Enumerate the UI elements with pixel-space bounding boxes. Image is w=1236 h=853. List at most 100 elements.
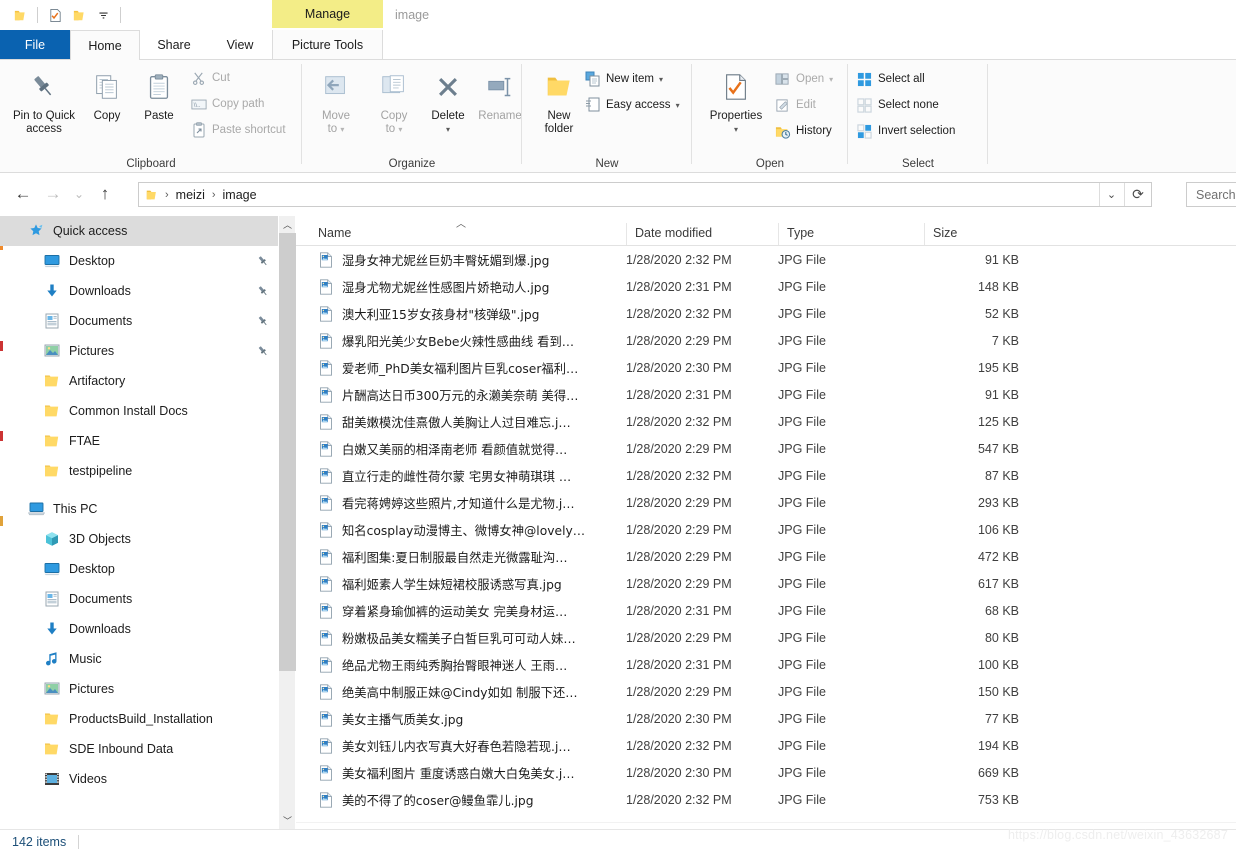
file-name-cell[interactable]: 湿身女神尤妮丝巨奶丰臀妩媚到爆.jpg	[296, 251, 626, 269]
copy-button[interactable]: Copy	[84, 64, 130, 123]
file-name-cell[interactable]: 绝美高中制服正妹@Cindy如如 制服下还…	[296, 683, 626, 701]
table-row[interactable]: 湿身尤物尤妮丝性感图片娇艳动人.jpg 1/28/2020 2:31 PM JPG …	[296, 273, 1236, 300]
sidebar-item-pictures[interactable]: Pictures	[0, 674, 278, 704]
sidebar-item-downloads[interactable]: Downloads	[0, 614, 278, 644]
column-header-name[interactable]: ︿ Name	[296, 219, 626, 245]
breadcrumb-image[interactable]: image	[220, 188, 260, 202]
select-all-button[interactable]: Select all	[856, 68, 925, 90]
pin-icon[interactable]	[256, 284, 270, 298]
new-item-caret-icon[interactable]: ▾	[659, 75, 663, 84]
file-name-cell[interactable]: 粉嫩极品美女糯美子白皙巨乳可可动人妹…	[296, 629, 626, 647]
up-button[interactable]: ↑	[90, 179, 120, 209]
table-row[interactable]: 福利姬素人学生妹短裙校服诱惑写真.jpg 1/28/2020 2:29 PM JPG…	[296, 570, 1236, 597]
column-header-type[interactable]: Type	[778, 223, 924, 245]
table-row[interactable]: 甜美嫩模沈佳熹傲人美胸让人过目难忘.j… 1/28/2020 2:32 PM JPG…	[296, 408, 1236, 435]
edit-button[interactable]: Edit	[774, 94, 816, 116]
file-name-cell[interactable]: 福利姬素人学生妹短裙校服诱惑写真.jpg	[296, 575, 626, 593]
table-row[interactable]: 澳大利亚15岁女孩身材"核弹级".jpg 1/28/2020 2:32 PM JPG…	[296, 300, 1236, 327]
sidebar-item-quick-access[interactable]: Quick access	[0, 216, 278, 246]
sidebar-item-pictures[interactable]: Pictures	[0, 336, 278, 366]
table-row[interactable]: 美女主播气质美女.jpg 1/28/2020 2:30 PM JPG File 77 …	[296, 705, 1236, 732]
file-name-cell[interactable]: 美的不得了的coser@鳗鱼霏儿.jpg	[296, 791, 626, 809]
move-to-button[interactable]: Move to ▾	[310, 64, 362, 136]
sidebar-item-desktop[interactable]: Desktop	[0, 554, 278, 584]
invert-selection-button[interactable]: Invert selection	[856, 120, 955, 142]
table-row[interactable]: 美的不得了的coser@鳗鱼霏儿.jpg 1/28/2020 2:32 PM JPG…	[296, 786, 1236, 813]
table-row[interactable]: 直立行走的雌性荷尔蒙 宅男女神萌琪琪 … 1/28/2020 2:32 PM JPG…	[296, 462, 1236, 489]
file-name-cell[interactable]: 湿身尤物尤妮丝性感图片娇艳动人.jpg	[296, 278, 626, 296]
file-name-cell[interactable]: 福利图集:夏日制服最自然走光微露耻沟…	[296, 548, 626, 566]
cut-button[interactable]: Cut	[190, 67, 230, 89]
sidebar-item-ftae[interactable]: FTAE	[0, 426, 278, 456]
qat-new-folder-icon[interactable]	[67, 3, 91, 27]
table-row[interactable]: 看完蒋娉婷这些照片,才知道什么是尤物.j… 1/28/2020 2:29 PM JP…	[296, 489, 1236, 516]
file-name-cell[interactable]: 甜美嫩模沈佳熹傲人美胸让人过目难忘.j…	[296, 413, 626, 431]
tab-view[interactable]: View	[208, 30, 272, 60]
table-row[interactable]: 爱老师_PhD美女福利图片巨乳coser福利… 1/28/2020 2:30 PM…	[296, 354, 1236, 381]
pin-to-quick-access-button[interactable]: Pin to Quick access	[8, 64, 80, 136]
file-name-cell[interactable]: 澳大利亚15岁女孩身材"核弹级".jpg	[296, 305, 626, 323]
file-name-cell[interactable]: 穿着紧身瑜伽裤的运动美女 完美身材运…	[296, 602, 626, 620]
scroll-up-icon[interactable]: ︿	[279, 216, 296, 233]
table-row[interactable]: 知名cosplay动漫博主、微博女神@lovely… 1/28/2020 2:29…	[296, 516, 1236, 543]
table-row[interactable]: 粉嫩极品美女糯美子白皙巨乳可可动人妹… 1/28/2020 2:29 PM JPG …	[296, 624, 1236, 651]
sidebar-item-documents[interactable]: Documents	[0, 306, 278, 336]
sidebar-item-desktop[interactable]: Desktop	[0, 246, 278, 276]
tab-share[interactable]: Share	[140, 30, 208, 60]
file-name-cell[interactable]: 直立行走的雌性荷尔蒙 宅男女神萌琪琪 …	[296, 467, 626, 485]
refresh-icon[interactable]: ⟳	[1124, 183, 1151, 206]
table-row[interactable]: 片酬高达日币300万元的永濑美奈萌 美得… 1/28/2020 2:31 PM JP…	[296, 381, 1236, 408]
tab-file[interactable]: File	[0, 30, 70, 60]
history-button[interactable]: History	[774, 120, 832, 142]
qat-folder-icon[interactable]	[8, 3, 32, 27]
contextual-tab-manage[interactable]: Manage	[272, 0, 383, 28]
paste-button[interactable]: Paste	[134, 64, 184, 123]
table-row[interactable]: 白嫩又美丽的相泽南老师 看颜值就觉得… 1/28/2020 2:29 PM JPG …	[296, 435, 1236, 462]
sidebar-scrollbar[interactable]: ︿ ﹀	[278, 216, 296, 829]
file-name-cell[interactable]: 爆乳阳光美少女Bebe火辣性感曲线 看到…	[296, 332, 626, 350]
table-row[interactable]: 爆乳阳光美少女Bebe火辣性感曲线 看到… 1/28/2020 2:29 PM JP…	[296, 327, 1236, 354]
breadcrumb-separator-2[interactable]: ›	[208, 189, 220, 201]
delete-button[interactable]: Delete ▾	[424, 64, 472, 136]
breadcrumb-separator-1[interactable]: ›	[161, 189, 173, 201]
properties-button[interactable]: Properties ▾	[700, 64, 772, 136]
tab-home[interactable]: Home	[70, 30, 140, 61]
tab-picture-tools[interactable]: Picture Tools	[272, 30, 383, 60]
paste-shortcut-button[interactable]: Paste shortcut	[190, 119, 286, 141]
open-button[interactable]: Open ▾	[774, 68, 833, 90]
scroll-down-icon[interactable]: ﹀	[279, 812, 296, 829]
sidebar-item-videos[interactable]: Videos	[0, 764, 278, 794]
sidebar-item-productsbuild-installation[interactable]: ProductsBuild_Installation	[0, 704, 278, 734]
qat-customize-dropdown-icon[interactable]	[91, 3, 115, 27]
file-name-cell[interactable]: 白嫩又美丽的相泽南老师 看颜值就觉得…	[296, 440, 626, 458]
easy-access-button[interactable]: Easy access ▾	[584, 94, 680, 116]
pin-icon[interactable]	[256, 254, 270, 268]
file-name-cell[interactable]: 美女福利图片 重度诱惑白嫩大白兔美女.j…	[296, 764, 626, 782]
file-name-cell[interactable]: 美女刘钰儿内衣写真大好春色若隐若现.j…	[296, 737, 626, 755]
table-row[interactable]: 绝美高中制服正妹@Cindy如如 制服下还… 1/28/2020 2:29 PM J…	[296, 678, 1236, 705]
file-name-cell[interactable]: 美女主播气质美女.jpg	[296, 710, 626, 728]
new-folder-button[interactable]: New folder	[532, 64, 586, 136]
address-bar[interactable]: › meizi › image ⌄ ⟳	[138, 182, 1152, 207]
properties-caret-icon[interactable]: ▾	[734, 123, 738, 136]
pin-icon[interactable]	[256, 344, 270, 358]
sidebar-item-artifactory[interactable]: Artifactory	[0, 366, 278, 396]
qat-properties-icon[interactable]	[43, 3, 67, 27]
file-name-cell[interactable]: 片酬高达日币300万元的永濑美奈萌 美得…	[296, 386, 626, 404]
back-button[interactable]: ←	[8, 179, 38, 209]
forward-button[interactable]: →	[38, 179, 68, 209]
delete-caret-icon[interactable]: ▾	[446, 123, 450, 136]
open-caret-icon[interactable]: ▾	[829, 75, 833, 84]
easy-access-caret-icon[interactable]: ▾	[676, 101, 680, 110]
column-header-size[interactable]: Size	[924, 223, 1034, 245]
address-dropdown-icon[interactable]: ⌄	[1099, 183, 1123, 206]
table-row[interactable]: 绝品尤物王雨纯秀胸抬臀眼神迷人 王雨… 1/28/2020 2:31 PM JPG …	[296, 651, 1236, 678]
column-header-date-modified[interactable]: Date modified	[626, 223, 778, 245]
sidebar-item-downloads[interactable]: Downloads	[0, 276, 278, 306]
rename-button[interactable]: Rename	[472, 64, 528, 123]
copy-to-button[interactable]: Copy to ▾	[368, 64, 420, 136]
breadcrumb-meizi[interactable]: meizi	[173, 188, 208, 202]
new-item-button[interactable]: New item ▾	[584, 68, 663, 90]
sidebar-item-this-pc[interactable]: This PC	[0, 494, 278, 524]
sidebar-item-music[interactable]: Music	[0, 644, 278, 674]
